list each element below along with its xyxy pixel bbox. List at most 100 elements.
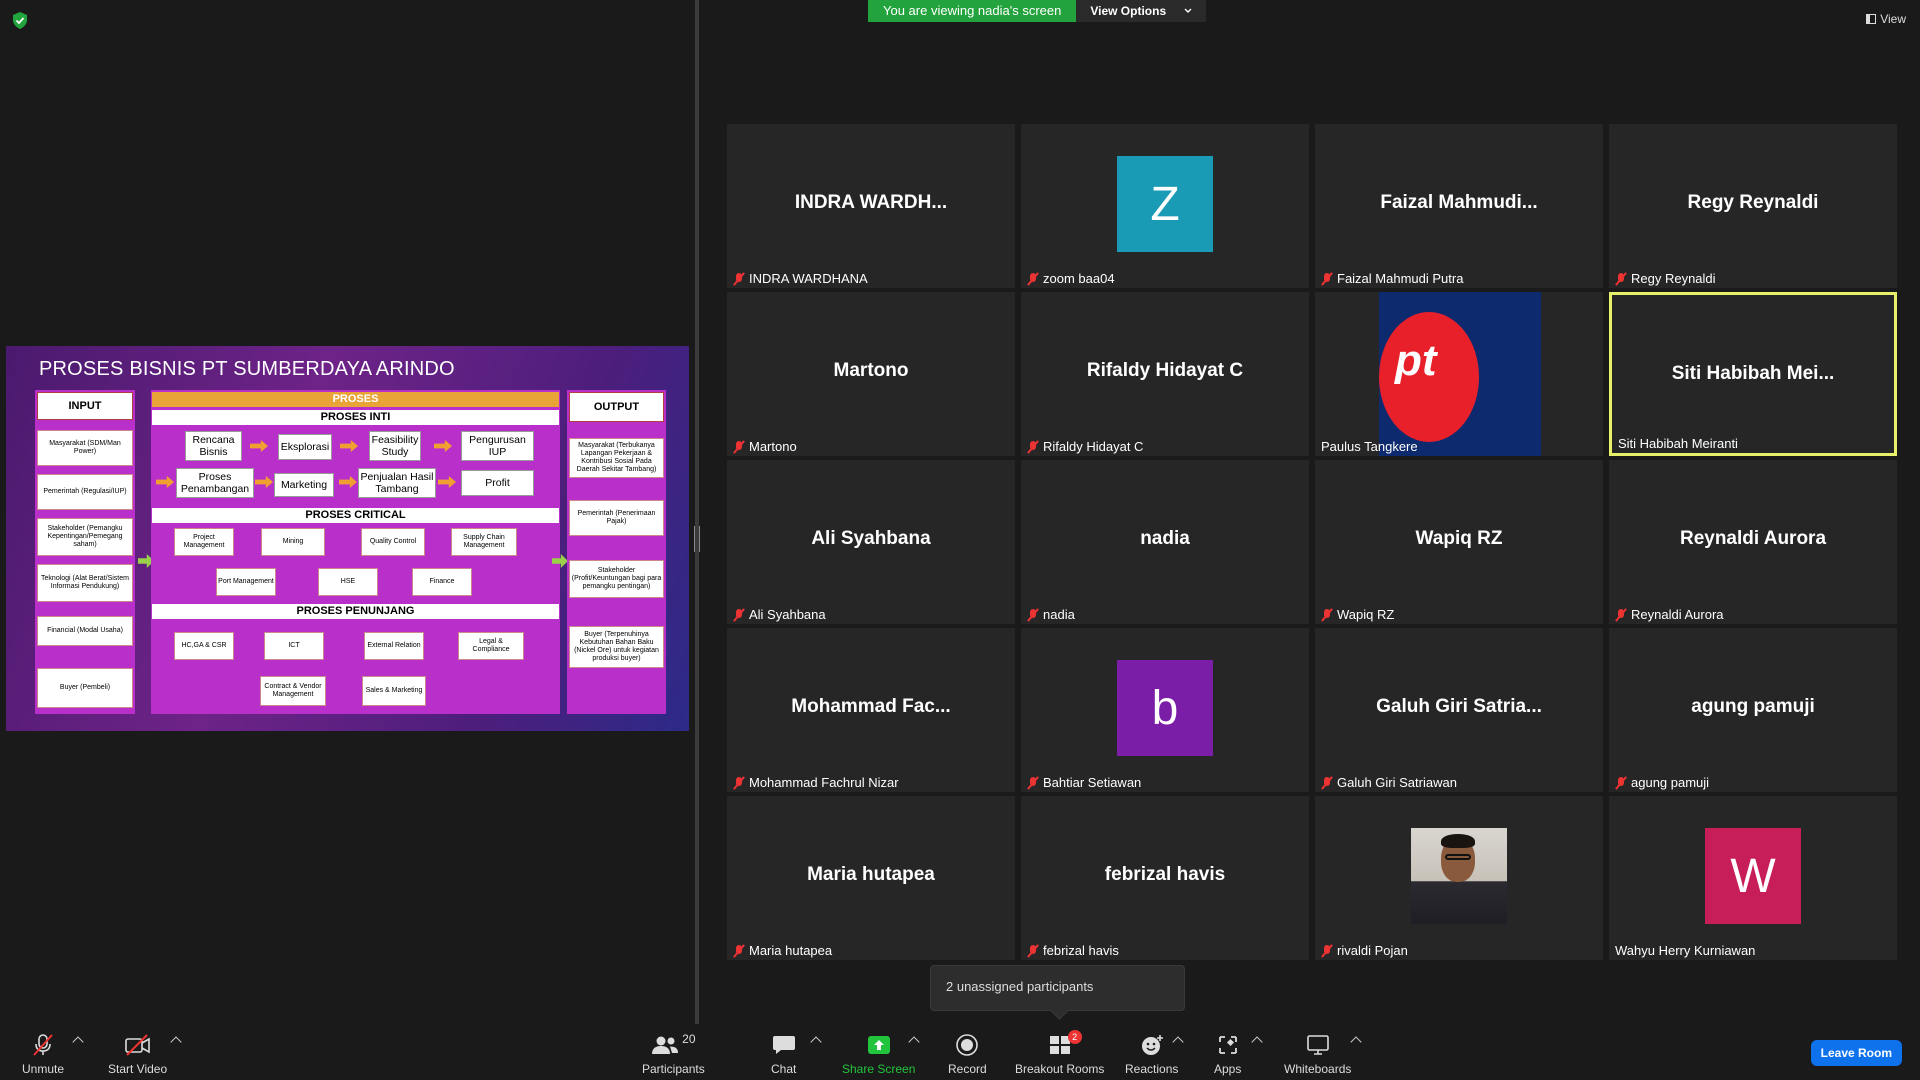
participant-name-label: Wapiq RZ <box>1321 607 1394 622</box>
reactions-label: Reactions <box>1125 1062 1179 1076</box>
video-options-caret[interactable] <box>170 1036 182 1048</box>
breakout-rooms-badge: 2 <box>1067 1030 1082 1044</box>
start-video-label: Start Video <box>108 1062 168 1076</box>
chat-button[interactable]: Chat <box>771 1032 796 1076</box>
participant-name-label: Maria hutapea <box>733 943 832 958</box>
participant-name: Maria hutapea <box>749 943 833 958</box>
participant-tile[interactable]: Faizal Mahmudi... Faizal Mahmudi Putra <box>1315 124 1603 288</box>
participant-tile[interactable]: Siti Habibah Mei... Siti Habibah Meiranti <box>1609 292 1897 456</box>
proses-inti-step: Proses Penambangan <box>176 468 254 498</box>
chat-options-caret[interactable] <box>810 1036 822 1048</box>
participant-tile[interactable]: Ali Syahbana Ali Syahbana <box>727 460 1015 624</box>
video-off-icon <box>124 1034 150 1056</box>
participant-tile[interactable]: Reynaldi Aurora Reynaldi Aurora <box>1609 460 1897 624</box>
participant-name: Mohammad Fachrul Nizar <box>749 775 899 790</box>
participant-tile[interactable]: Galuh Giri Satria... Galuh Giri Satriawan <box>1315 628 1603 792</box>
microphone-muted-icon <box>1027 776 1039 790</box>
participant-name-label: Ali Syahbana <box>733 607 826 622</box>
security-shield-icon[interactable] <box>12 12 28 29</box>
participant-display-name: Reynaldi Aurora <box>1679 528 1827 549</box>
meeting-toolbar: Unmute Start Video 20 Participants Chat … <box>0 1024 1920 1080</box>
audio-options-caret[interactable] <box>72 1036 84 1048</box>
viewing-status-text: You are viewing nadia's screen <box>868 0 1077 22</box>
participant-display-name: INDRA WARDH... <box>794 192 948 213</box>
microphone-muted-icon <box>1615 272 1627 286</box>
participant-tile[interactable]: Maria hutapea Maria hutapea <box>727 796 1015 960</box>
whiteboards-button[interactable]: Whiteboards <box>1284 1032 1351 1076</box>
participant-name-label: INDRA WARDHANA <box>733 271 868 286</box>
microphone-muted-icon <box>733 608 745 622</box>
view-options-label: View Options <box>1090 4 1167 18</box>
microphone-muted-icon <box>1615 608 1627 622</box>
proses-critical-item: Quality Control <box>361 528 425 556</box>
participant-tile[interactable]: pt Paulus Tangkere <box>1315 292 1603 456</box>
proses-inti-step: Pengurusan IUP <box>461 431 534 461</box>
participant-name-label: nadia <box>1027 607 1075 622</box>
microphone-muted-icon <box>1027 944 1039 958</box>
participant-name: agung pamuji <box>1631 775 1710 790</box>
apps-button[interactable]: Apps <box>1214 1032 1241 1076</box>
participant-tile[interactable]: Regy Reynaldi Regy Reynaldi <box>1609 124 1897 288</box>
participant-display-name: Maria hutapea <box>807 864 935 885</box>
microphone-muted-icon <box>733 776 745 790</box>
input-header: INPUT <box>37 392 133 420</box>
participant-name-label: Rifaldy Hidayat C <box>1027 439 1143 454</box>
proses-header: PROSES <box>152 392 559 407</box>
participant-tile[interactable]: Martono Martono <box>727 292 1015 456</box>
proses-critical-header: PROSES CRITICAL <box>152 508 559 523</box>
participant-name-label: Reynaldi Aurora <box>1615 607 1724 622</box>
participant-name-label: Mohammad Fachrul Nizar <box>733 775 899 790</box>
participant-tile[interactable]: rivaldi Pojan <box>1315 796 1603 960</box>
view-button[interactable]: View <box>1866 12 1906 26</box>
participant-tile[interactable]: febrizal havis febrizal havis <box>1021 796 1309 960</box>
participant-tile[interactable]: agung pamuji agung pamuji <box>1609 628 1897 792</box>
divider-drag-handle[interactable] <box>694 526 700 552</box>
apps-options-caret[interactable] <box>1251 1036 1263 1048</box>
output-header: OUTPUT <box>569 392 664 422</box>
participant-tile[interactable]: INDRA WARDH... INDRA WARDHANA <box>727 124 1015 288</box>
microphone-muted-icon <box>1027 272 1039 286</box>
unmute-button[interactable]: Unmute <box>22 1032 64 1076</box>
participant-tile[interactable]: Wapiq RZ Wapiq RZ <box>1315 460 1603 624</box>
microphone-muted-icon <box>733 272 745 286</box>
participant-name: Martono <box>749 439 797 454</box>
participant-display-name: nadia <box>1140 528 1190 549</box>
microphone-muted-icon <box>1615 776 1627 790</box>
participant-tile[interactable]: b Bahtiar Setiawan <box>1021 628 1309 792</box>
participant-tile[interactable]: Rifaldy Hidayat C Rifaldy Hidayat C <box>1021 292 1309 456</box>
unmute-label: Unmute <box>22 1062 65 1076</box>
participant-name: rivaldi Pojan <box>1337 943 1408 958</box>
participant-display-name: Regy Reynaldi <box>1687 192 1819 213</box>
view-options-button[interactable]: View Options <box>1076 0 1207 22</box>
whiteboards-options-caret[interactable] <box>1350 1036 1362 1048</box>
participant-tile[interactable]: Zzoom baa04 <box>1021 124 1309 288</box>
participant-name: nadia <box>1043 607 1075 622</box>
participant-name-label: Siti Habibah Meiranti <box>1618 436 1738 451</box>
leave-room-button[interactable]: Leave Room <box>1810 1040 1902 1066</box>
output-item: Pemerintah (Penerimaan Pajak) <box>569 500 664 536</box>
participants-button[interactable]: 20 Participants <box>642 1032 705 1076</box>
participant-logo: pt <box>1379 292 1541 456</box>
participant-name: Wahyu Herry Kurniawan <box>1615 943 1756 958</box>
participants-count: 20 <box>682 1032 696 1046</box>
participant-name-label: Martono <box>733 439 797 454</box>
participant-avatar: Z <box>1117 156 1213 252</box>
participant-tile[interactable]: Mohammad Fac... Mohammad Fachrul Nizar <box>727 628 1015 792</box>
participant-tile[interactable]: W Wahyu Herry Kurniawan <box>1609 796 1897 960</box>
participant-photo <box>1411 828 1507 924</box>
record-icon <box>956 1034 979 1056</box>
start-video-button[interactable]: Start Video <box>108 1032 167 1076</box>
split-view-divider[interactable] <box>694 0 700 1024</box>
participant-name-label: agung pamuji <box>1615 775 1709 790</box>
participant-name-label: febrizal havis <box>1027 943 1119 958</box>
breakout-rooms-button[interactable]: 2 Breakout Rooms <box>1015 1030 1104 1076</box>
microphone-muted-icon <box>733 440 745 454</box>
participants-icon <box>652 1036 679 1054</box>
record-button[interactable]: Record <box>948 1032 987 1076</box>
reactions-button[interactable]: Reactions <box>1125 1032 1178 1076</box>
microphone-muted-icon <box>1027 608 1039 622</box>
participant-name: Regy Reynaldi <box>1631 271 1716 286</box>
share-screen-button[interactable]: Share Screen <box>842 1032 915 1076</box>
proses-inti-step: Eksplorasi <box>278 434 332 460</box>
participant-tile[interactable]: nadia nadia <box>1021 460 1309 624</box>
